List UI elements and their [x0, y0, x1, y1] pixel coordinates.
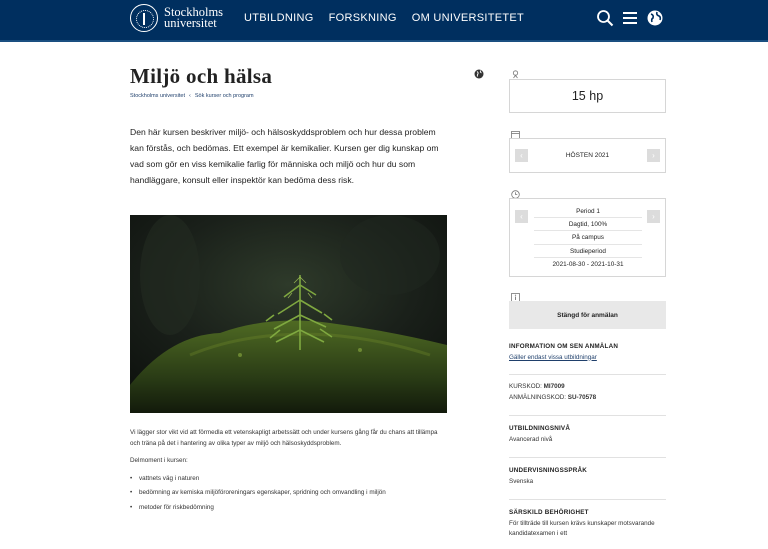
info-icon	[511, 289, 520, 302]
list-intro: Delmoment i kursen:	[130, 457, 188, 464]
globe-icon[interactable]	[646, 9, 664, 27]
search-icon[interactable]	[596, 9, 614, 27]
teaching-language: UNDERVISNINGSSPRÅK Svenska	[509, 466, 666, 487]
menu-icon[interactable]	[621, 9, 639, 27]
application-closed-button[interactable]: Stängd för anmälan	[509, 301, 666, 329]
course-code-label: KURSKOD:	[509, 383, 542, 390]
late-application-heading: INFORMATION OM SEN ANMÄLAN	[509, 343, 619, 350]
period-type: Studieperiod	[534, 245, 642, 258]
level-heading: UTBILDNINGSNIVÅ	[509, 425, 571, 432]
period-dates: 2021-08-30 - 2021-10-31	[552, 260, 624, 268]
logo-text: Stockholms universitet	[164, 6, 223, 30]
application-code-value: SU-70578	[567, 393, 597, 401]
breadcrumb: Stockholms universitet ‹ Sök kurser och …	[130, 93, 254, 99]
period-details: Period 1 Dagtid, 100% På campus Studiepe…	[534, 205, 642, 271]
language-heading: UNDERVISNINGSSPRÅK	[509, 467, 588, 474]
calendar-icon	[511, 126, 520, 139]
nav-utbildning[interactable]: UTBILDNING	[244, 12, 314, 24]
description-paragraph: Vi lägger stor vikt vid att förmedla ett…	[130, 429, 438, 447]
list-item: vattnets väg i naturen	[130, 474, 445, 485]
university-seal-icon	[130, 4, 158, 32]
term-selector: ‹ HÖSTEN 2021 ›	[509, 138, 666, 173]
course-modules-list: vattnets väg i naturen bedömning av kemi…	[130, 474, 445, 514]
credits-box: 15 hp	[509, 79, 666, 113]
page-title: Miljö och hälsa	[130, 64, 273, 88]
period-pace: Dagtid, 100%	[534, 218, 642, 232]
course-photo	[130, 215, 447, 413]
course-description: Vi lägger stor vikt vid att förmedla ett…	[130, 428, 445, 517]
period-selector: ‹ Period 1 Dagtid, 100% På campus Studie…	[509, 198, 666, 277]
period-name: Period 1	[534, 205, 642, 219]
list-item: metoder för riskbedömning	[130, 503, 445, 514]
top-header: Stockholms universitet UTBILDNING FORSKN…	[0, 0, 768, 42]
next-term-arrow-icon[interactable]: ›	[647, 149, 660, 162]
nav-forskning[interactable]: FORSKNING	[329, 12, 397, 24]
list-item: bedömning av kemiska miljöföroreningars …	[130, 488, 445, 499]
divider	[509, 457, 666, 458]
divider	[509, 415, 666, 416]
course-codes: KURSKOD: MI7009 ANMÄLNINGSKOD: SU-70578	[509, 382, 666, 403]
requirements-heading: SÄRSKILD BEHÖRIGHET	[509, 509, 589, 516]
late-application-link[interactable]: Gäller endast vissa utbildningar	[509, 354, 597, 361]
application-code-row: ANMÄLNINGSKOD: SU-70578	[509, 393, 666, 404]
language-globe-icon[interactable]	[474, 66, 484, 79]
divider	[509, 374, 666, 375]
requirements-text: För tillträde till kursen krävs kunskape…	[509, 519, 655, 538]
prev-period-arrow-icon[interactable]: ‹	[515, 210, 528, 223]
header-actions	[596, 9, 664, 27]
next-period-arrow-icon[interactable]: ›	[647, 210, 660, 223]
education-level: UTBILDNINGSNIVÅ Avancerad nivå	[509, 424, 666, 445]
term-label: HÖSTEN 2021	[565, 152, 610, 159]
intro-text: Den här kursen beskriver miljö- och häls…	[130, 127, 439, 185]
prev-term-arrow-icon[interactable]: ‹	[515, 149, 528, 162]
su-logo[interactable]: Stockholms universitet	[130, 4, 223, 32]
logo-line2: universitet	[164, 16, 217, 30]
level-value: Avancerad nivå	[509, 435, 553, 443]
late-application-info: INFORMATION OM SEN ANMÄLAN Gäller endast…	[509, 342, 666, 363]
trophy-icon	[511, 66, 520, 79]
special-requirements: SÄRSKILD BEHÖRIGHET För tillträde till k…	[509, 508, 666, 540]
nav-om-universitetet[interactable]: OM UNIVERSITETET	[412, 12, 524, 24]
main-nav: UTBILDNING FORSKNING OM UNIVERSITETET	[244, 12, 524, 24]
course-code-row: KURSKOD: MI7009	[509, 382, 666, 393]
divider	[509, 499, 666, 500]
breadcrumb-home[interactable]: Stockholms universitet	[130, 93, 185, 99]
period-location: På campus	[534, 231, 642, 245]
clock-icon	[511, 186, 520, 199]
course-code-value: MI7009	[543, 383, 565, 390]
breadcrumb-separator: ‹	[189, 93, 191, 99]
application-code-label: ANMÄLNINGSKOD:	[509, 393, 567, 401]
language-value: Svenska	[509, 477, 534, 485]
breadcrumb-search-courses[interactable]: Sök kurser och program	[195, 93, 254, 99]
